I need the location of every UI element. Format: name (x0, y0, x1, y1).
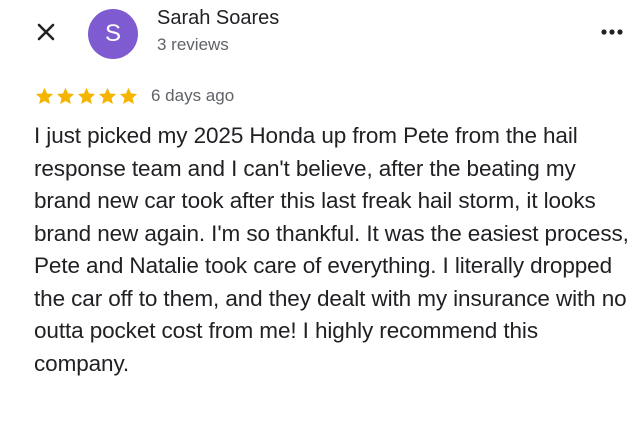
review-date: 6 days ago (151, 86, 235, 105)
review-header: S Sarah Soares 3 reviews (0, 0, 640, 80)
star-rating (34, 86, 139, 107)
review-text: I just picked my 2025 Honda up from Pete… (34, 123, 629, 376)
avatar-initial: S (104, 20, 121, 47)
rating-row: 6 days ago (34, 82, 234, 110)
star-icon (56, 87, 75, 104)
star-icon (119, 87, 138, 104)
avatar[interactable]: S (88, 9, 138, 59)
more-horizontal-icon (601, 29, 623, 35)
more-options-button[interactable] (594, 14, 630, 50)
star-icon (98, 87, 117, 104)
star-icon (35, 87, 54, 104)
author-review-count[interactable]: 3 reviews (157, 35, 229, 55)
close-button[interactable] (28, 14, 64, 50)
star-icon (77, 87, 96, 104)
author-name[interactable]: Sarah Soares (157, 7, 279, 30)
close-icon (37, 23, 55, 41)
